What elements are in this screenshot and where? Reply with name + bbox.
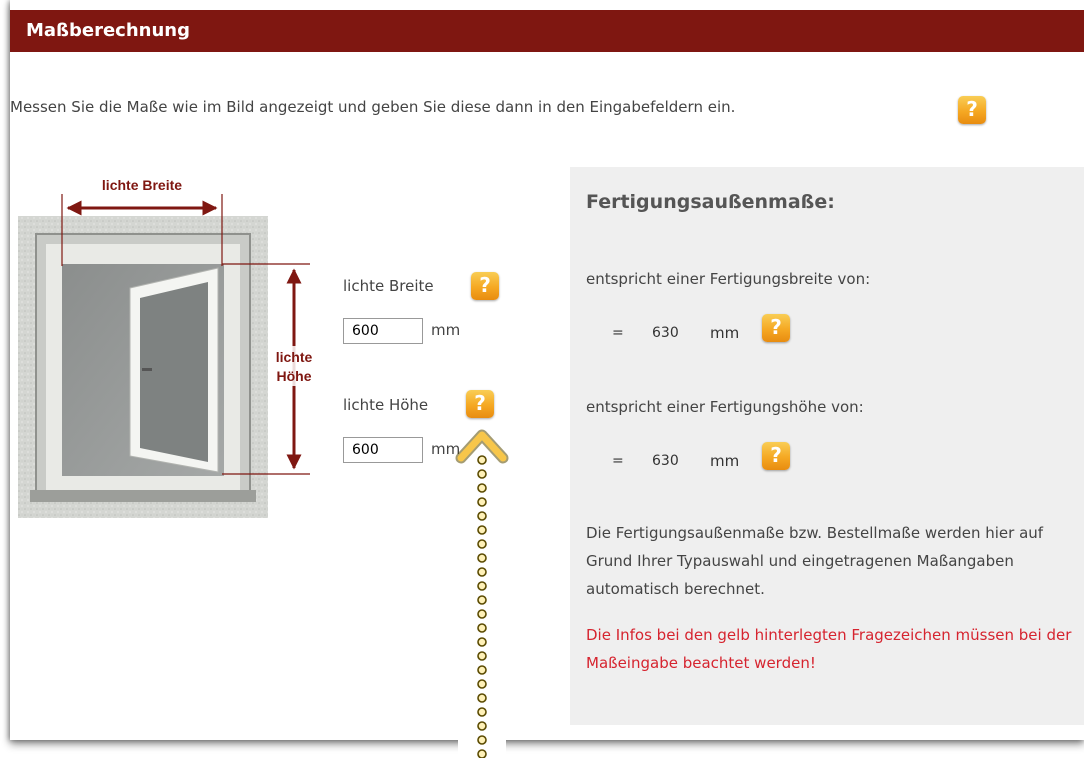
result-width-unit: mm <box>710 324 740 342</box>
window-handle <box>142 368 152 371</box>
calculation-box: Fertigungsaußenmaße: entspricht einer Fe… <box>570 167 1084 725</box>
width-label: lichte Breite <box>343 277 434 295</box>
section-header: Maßberechnung <box>10 10 1084 52</box>
help-icon-result-height[interactable]: ? <box>762 442 790 470</box>
result-height-value: 630 <box>652 453 679 469</box>
height-input[interactable] <box>343 437 423 463</box>
results-description: Die Fertigungsaußenmaße bzw. Bestellmaße… <box>586 524 1044 598</box>
help-icon-width[interactable]: ? <box>471 272 499 300</box>
pointer-dots <box>477 455 487 758</box>
results-warning: Die Infos bei den gelb hinterlegten Frag… <box>586 626 1072 672</box>
help-icon-height[interactable]: ? <box>466 390 494 418</box>
pointer-annotation <box>455 429 509 758</box>
result-height-unit: mm <box>710 452 740 470</box>
result-width-equals: = <box>612 325 624 341</box>
sash-glass <box>140 282 208 462</box>
section-title: Maßberechnung <box>26 20 190 41</box>
height-label: lichte Höhe <box>343 396 429 414</box>
help-icon-intro[interactable]: ? <box>958 96 986 124</box>
width-unit: mm <box>431 321 461 339</box>
width-input[interactable] <box>343 318 423 344</box>
result-height-text: entspricht einer Fertigungshöhe von: <box>586 398 864 416</box>
diagram-label-height-2: Höhe <box>277 368 312 384</box>
result-width-text: entspricht einer Fertigungsbreite von: <box>586 270 871 288</box>
diagram-label-height-1: lichte <box>276 349 313 365</box>
window-measurement-diagram: lichte Breite lichte Höhe <box>18 177 314 518</box>
intro-text: Messen Sie die Maße wie im Bild angezeig… <box>10 98 736 116</box>
result-height-equals: = <box>612 453 624 469</box>
help-icon-result-width[interactable]: ? <box>762 314 790 342</box>
diagram-label-width: lichte Breite <box>102 177 182 193</box>
result-width-value: 630 <box>652 325 679 341</box>
results-heading: Fertigungsaußenmaße: <box>586 191 835 213</box>
window-sill <box>30 490 256 502</box>
